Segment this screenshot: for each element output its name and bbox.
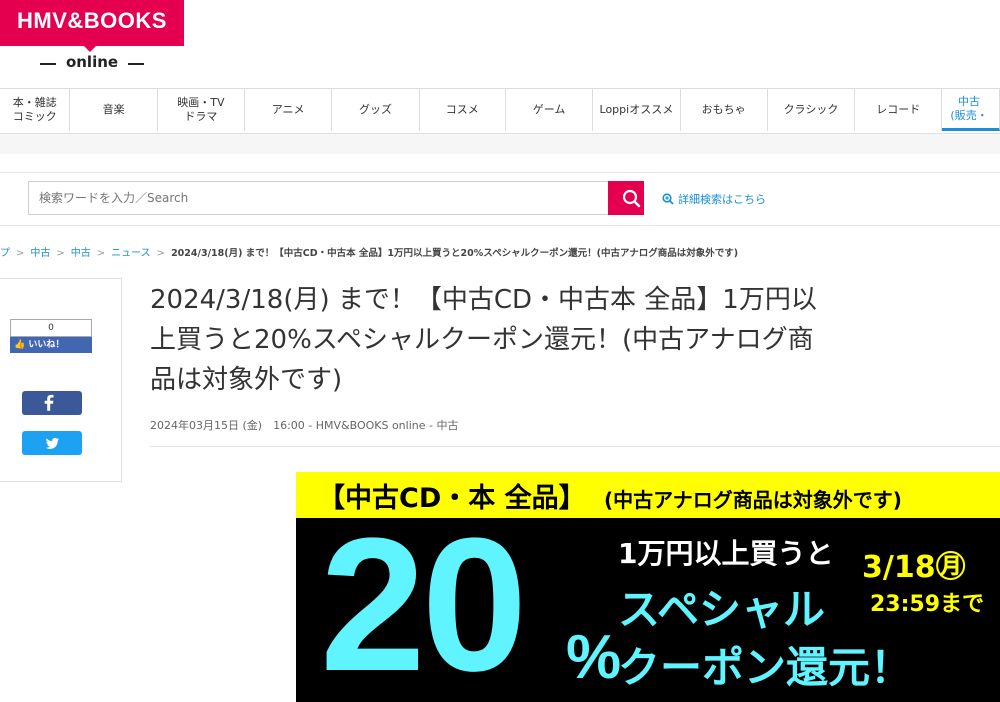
like-count: 0	[10, 319, 92, 337]
search-icon	[622, 189, 641, 208]
nav-item-goods[interactable]: グッズ	[332, 89, 420, 131]
site-logo[interactable]: HMV&BOOKS online	[0, 0, 184, 76]
nav-item-books[interactable]: 本・雑誌 コミック	[0, 89, 71, 131]
breadcrumb-link[interactable]: 中古	[71, 248, 91, 259]
banner-line3: クーポン還元！	[618, 643, 913, 692]
nav-item-record[interactable]: レコード	[855, 89, 943, 131]
twitter-share-button[interactable]	[22, 431, 82, 455]
breadcrumb-link[interactable]: ニュース	[111, 248, 151, 259]
thumbs-up-icon: 👍	[14, 340, 26, 350]
title-line: 品は対象外です)	[150, 365, 343, 395]
twitter-bird-icon	[45, 437, 59, 449]
breadcrumb: プ > 中古 > 中古 > ニュース >2024/3/18(月) まで！【中古CD・中古本 全…	[0, 244, 738, 259]
advanced-search-label: 詳細検索はこちら	[678, 193, 766, 206]
article-meta: 2024年03月15日 (金) 16:00 - HMV&BOOKS online…	[150, 419, 459, 432]
breadcrumb-separator: >	[96, 248, 106, 259]
nav-subband	[0, 134, 1000, 154]
nav-item-loppi[interactable]: Loppiオススメ	[593, 89, 681, 131]
facebook-icon	[44, 394, 54, 411]
nav-item-music[interactable]: 音楽	[70, 89, 158, 131]
category-nav: 本・雑誌 コミック 音楽 映画・TV ドラマ アニメ グッズ コスメ ゲーム L…	[0, 88, 1000, 135]
like-label: いいね！	[28, 340, 65, 350]
banner-time: 23:59まで	[870, 592, 985, 617]
facebook-share-button[interactable]	[22, 391, 82, 415]
nav-item-used[interactable]: 中古 (販売・	[942, 89, 1000, 131]
title-line: 2024/3/18(月) まで！【中古CD・中古本 全品】1万円以	[150, 285, 817, 315]
search-input[interactable]	[28, 181, 608, 215]
banner-line2: スペシャル	[618, 585, 826, 634]
banner-date: 3/18㊊	[862, 550, 966, 585]
search-button[interactable]	[608, 181, 644, 215]
campaign-banner[interactable]: 【中古CD・本 全品】 (中古アナログ商品は対象外です) 20 % 1万円以上買…	[296, 472, 1000, 702]
facebook-like-widget[interactable]: 0 👍 いいね！	[10, 319, 92, 355]
zoom-icon	[662, 193, 674, 205]
like-button[interactable]: 👍 いいね！	[10, 337, 92, 353]
logo-sub: online	[30, 53, 154, 71]
nav-item-game[interactable]: ゲーム	[506, 89, 594, 131]
divider	[150, 446, 1000, 447]
search-bar: 詳細検索はこちら	[0, 172, 1000, 226]
breadcrumb-separator: >	[16, 248, 25, 259]
breadcrumb-separator: >	[56, 248, 65, 259]
article-title: 2024/3/18(月) まで！【中古CD・中古本 全品】1万円以 上買うと20…	[150, 280, 1000, 400]
nav-item-cosme[interactable]: コスメ	[420, 89, 506, 131]
banner-line1: 1万円以上買うと	[618, 537, 834, 570]
share-panel: 0 👍 いいね！	[0, 278, 122, 482]
advanced-search-link[interactable]: 詳細検索はこちら	[662, 191, 766, 207]
banner-big-number: 20	[320, 499, 527, 702]
logo-brand: HMV&BOOKS	[17, 8, 167, 33]
nav-item-movies[interactable]: 映画・TV ドラマ	[158, 89, 246, 131]
nav-item-toys[interactable]: おもちゃ	[681, 89, 768, 131]
nav-item-classic[interactable]: クラシック	[768, 89, 856, 131]
breadcrumb-current: 2024/3/18(月) まで！【中古CD・中古本 全品】1万円以上買うと20%…	[171, 248, 739, 259]
logo-notch	[82, 44, 98, 52]
breadcrumb-separator: >	[156, 248, 166, 259]
banner-percent: %	[566, 623, 622, 692]
banner-top-sub: (中古アナログ商品は対象外です)	[604, 488, 902, 512]
nav-item-anime[interactable]: アニメ	[245, 89, 333, 131]
title-line: 上買うと20%スペシャルクーポン還元！(中古アナログ商	[150, 325, 814, 355]
breadcrumb-link[interactable]: 中古	[30, 248, 50, 259]
breadcrumb-link[interactable]: プ	[0, 248, 10, 259]
